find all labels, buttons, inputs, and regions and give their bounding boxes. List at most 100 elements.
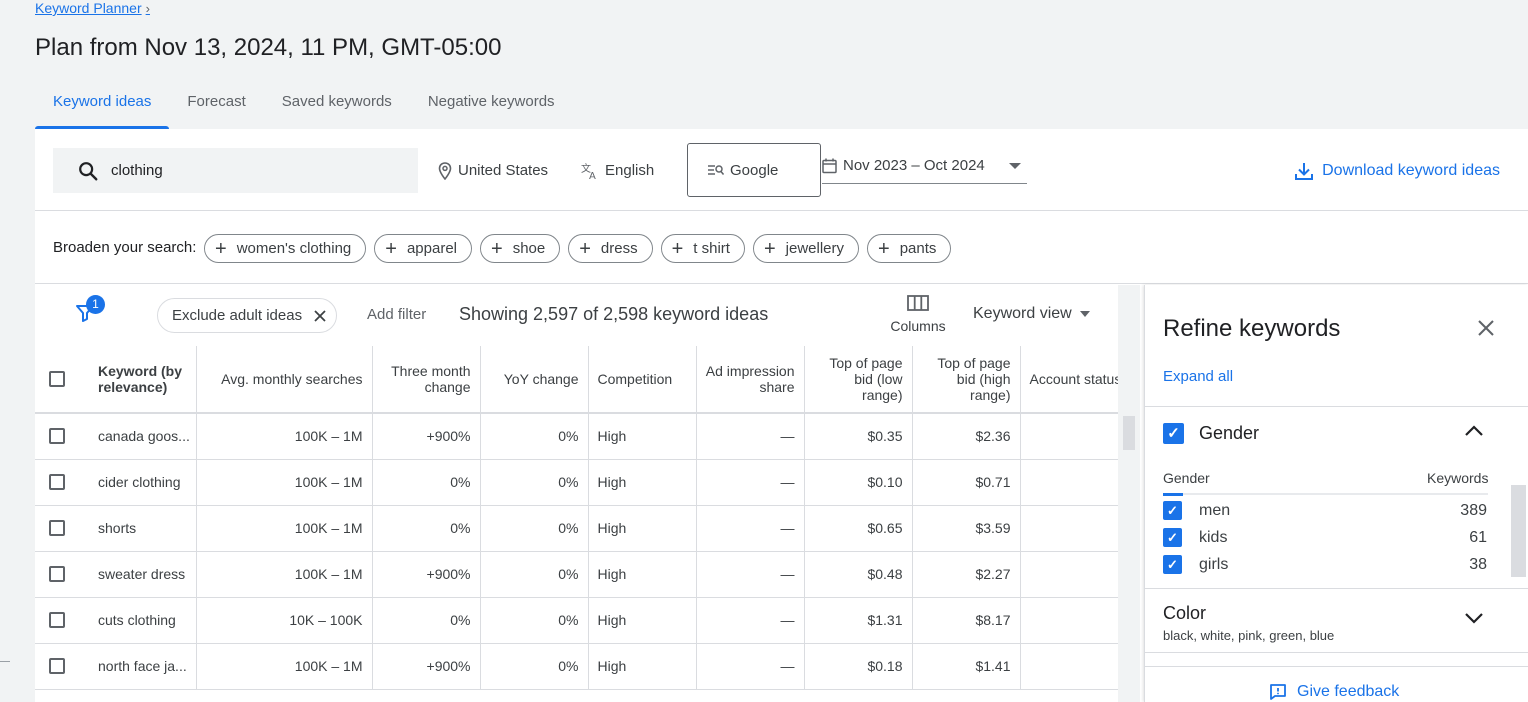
table-row[interactable]: shorts 100K – 1M 0% 0% High — $0.65 $3.59 <box>35 505 1121 552</box>
table-row[interactable]: canada goos... 100K – 1M +900% 0% High — $0.35… <box>35 413 1121 460</box>
breadcrumb-link[interactable]: Keyword Planner <box>35 0 142 16</box>
row-checkbox[interactable] <box>49 428 65 445</box>
tab-bar: Keyword ideas Forecast Saved keywords Ne… <box>35 82 573 130</box>
checkbox-checked-icon[interactable]: ✓ <box>1163 528 1182 547</box>
col-bid-low[interactable]: Top of page bid (low range) <box>804 346 913 414</box>
plus-icon: + <box>491 237 503 260</box>
chevron-up-icon[interactable] <box>1463 423 1485 439</box>
row-bid-low: $0.18 <box>804 643 913 690</box>
row-keyword[interactable]: sweater dress <box>89 551 197 598</box>
tab-negative-keywords[interactable]: Negative keywords <box>410 82 573 129</box>
row-checkbox[interactable] <box>49 474 65 490</box>
gender-item-kids[interactable]: ✓ kids 61 <box>1163 524 1487 551</box>
tab-saved-keywords[interactable]: Saved keywords <box>264 82 410 129</box>
row-competition: High <box>588 413 697 460</box>
columns-button[interactable]: Columns <box>890 295 946 334</box>
table-row[interactable]: cider clothing 100K – 1M 0% 0% High — $0.10 $0.… <box>35 459 1121 506</box>
tab-keyword-ideas[interactable]: Keyword ideas <box>35 82 170 129</box>
row-three-month-change: 0% <box>372 597 481 644</box>
col-account-status[interactable]: Account status <box>1020 346 1121 414</box>
expand-all-link[interactable]: Expand all <box>1163 368 1233 385</box>
broaden-chip[interactable]: + dress <box>568 234 653 263</box>
col-avg-monthly-searches[interactable]: Avg. monthly searches <box>196 346 373 414</box>
table-filter-bar: 1 Exclude adult ideas Add filter Showing… <box>35 285 1118 346</box>
exclude-adult-chip[interactable]: Exclude adult ideas <box>157 298 338 333</box>
row-ad-impression-share: — <box>696 413 805 460</box>
broaden-chip[interactable]: + apparel <box>374 234 473 263</box>
gender-item-girls[interactable]: ✓ girls 38 <box>1163 551 1487 578</box>
col-yoy-change[interactable]: YoY change <box>480 346 589 414</box>
gender-section-title[interactable]: Gender <box>1199 423 1259 444</box>
divider <box>1145 406 1528 407</box>
keyword-view-dropdown[interactable]: Keyword view <box>973 305 1090 323</box>
gender-item-label: men <box>1199 501 1231 519</box>
col-bid-high[interactable]: Top of page bid (high range) <box>912 346 1021 414</box>
row-keyword[interactable]: cider clothing <box>89 459 197 506</box>
row-account-status <box>1020 413 1121 460</box>
row-checkbox[interactable] <box>49 612 65 628</box>
checkbox-checked-icon[interactable]: ✓ <box>1163 555 1182 574</box>
chip-label: t shirt <box>693 240 730 257</box>
results-count: Showing 2,597 of 2,598 keyword ideas <box>459 304 769 324</box>
row-competition: High <box>588 643 697 690</box>
dropdown-caret-icon <box>1079 311 1090 317</box>
keywords-column-label: Keywords <box>1427 470 1489 486</box>
table-row[interactable]: north face ja... 100K – 1M +900% 0% High — $0.… <box>35 643 1121 690</box>
divider <box>1145 588 1528 589</box>
close-icon[interactable] <box>1477 319 1495 337</box>
chevron-down-icon[interactable] <box>1463 610 1485 626</box>
search-network-icon <box>708 165 724 175</box>
row-avg-monthly-searches: 100K – 1M <box>196 505 373 552</box>
give-feedback-button[interactable]: Give feedback <box>1269 683 1399 701</box>
broaden-chip[interactable]: + shoe <box>480 234 561 263</box>
broaden-chip[interactable]: + t shirt <box>660 234 745 263</box>
date-range-selector[interactable]: Nov 2023 – Oct 2024 <box>822 148 1027 184</box>
color-section-title[interactable]: Color <box>1163 603 1206 624</box>
col-competition[interactable]: Competition <box>588 346 697 414</box>
broaden-chip[interactable]: + jewellery <box>752 234 860 263</box>
refine-scrollbar-thumb[interactable] <box>1511 485 1526 577</box>
row-account-status <box>1020 643 1121 690</box>
row-keyword[interactable]: cuts clothing <box>89 597 197 644</box>
row-keyword[interactable]: north face ja... <box>89 643 197 690</box>
row-bid-high: $1.41 <box>912 643 1021 690</box>
row-account-status <box>1020 459 1121 506</box>
tab-forecast[interactable]: Forecast <box>169 82 263 129</box>
row-ad-impression-share: — <box>696 459 805 506</box>
checkbox-checked-icon[interactable]: ✓ <box>1163 501 1182 520</box>
gender-checkbox[interactable]: ✓ <box>1163 423 1184 444</box>
broaden-chip[interactable]: + women's clothing <box>204 234 367 263</box>
row-checkbox[interactable] <box>49 566 65 582</box>
language-selector[interactable]: 文A English <box>581 148 654 193</box>
network-selector[interactable]: Google <box>687 143 821 197</box>
table-scrollbar-thumb[interactable] <box>1123 416 1135 450</box>
row-ad-impression-share: — <box>696 551 805 598</box>
gender-item-label: girls <box>1199 555 1229 573</box>
location-selector[interactable]: United States <box>438 148 548 193</box>
row-avg-monthly-searches: 100K – 1M <box>196 551 373 598</box>
col-keyword[interactable]: Keyword (by relevance) <box>89 346 197 414</box>
table-row[interactable]: sweater dress 100K – 1M +900% 0% High — $0.48 $… <box>35 551 1121 598</box>
select-all-checkbox[interactable] <box>49 371 65 387</box>
search-input[interactable]: clothing <box>53 148 418 193</box>
broaden-chip[interactable]: + pants <box>867 234 952 263</box>
row-checkbox[interactable] <box>49 658 65 674</box>
col-three-month-change[interactable]: Three month change <box>372 346 481 414</box>
row-bid-low: $0.65 <box>804 505 913 552</box>
table-header-row: Keyword (by relevance) Avg. monthly sear… <box>35 346 1121 414</box>
broaden-chips: + women's clothing + apparel + shoe + dress … <box>204 234 952 263</box>
row-checkbox[interactable] <box>49 520 65 536</box>
keyword-planner-page: Keyword Planner › Plan from Nov 13, 2024… <box>0 0 1528 702</box>
table-row[interactable]: cuts clothing 10K – 100K 0% 0% High — $1.31 $8.… <box>35 597 1121 644</box>
add-filter-button[interactable]: Add filter <box>367 306 426 323</box>
col-ad-impression-share[interactable]: Ad impression share <box>696 346 805 414</box>
breadcrumb[interactable]: Keyword Planner › <box>35 0 150 16</box>
download-button[interactable]: Download keyword ideas <box>1294 148 1500 193</box>
row-account-status <box>1020 505 1121 552</box>
row-keyword[interactable]: shorts <box>89 505 197 552</box>
table-scrollbar[interactable] <box>1118 285 1140 702</box>
row-keyword[interactable]: canada goos... <box>89 413 197 460</box>
close-icon[interactable] <box>314 309 326 322</box>
gender-item-men[interactable]: ✓ men 389 <box>1163 497 1487 524</box>
download-icon <box>1295 162 1314 180</box>
